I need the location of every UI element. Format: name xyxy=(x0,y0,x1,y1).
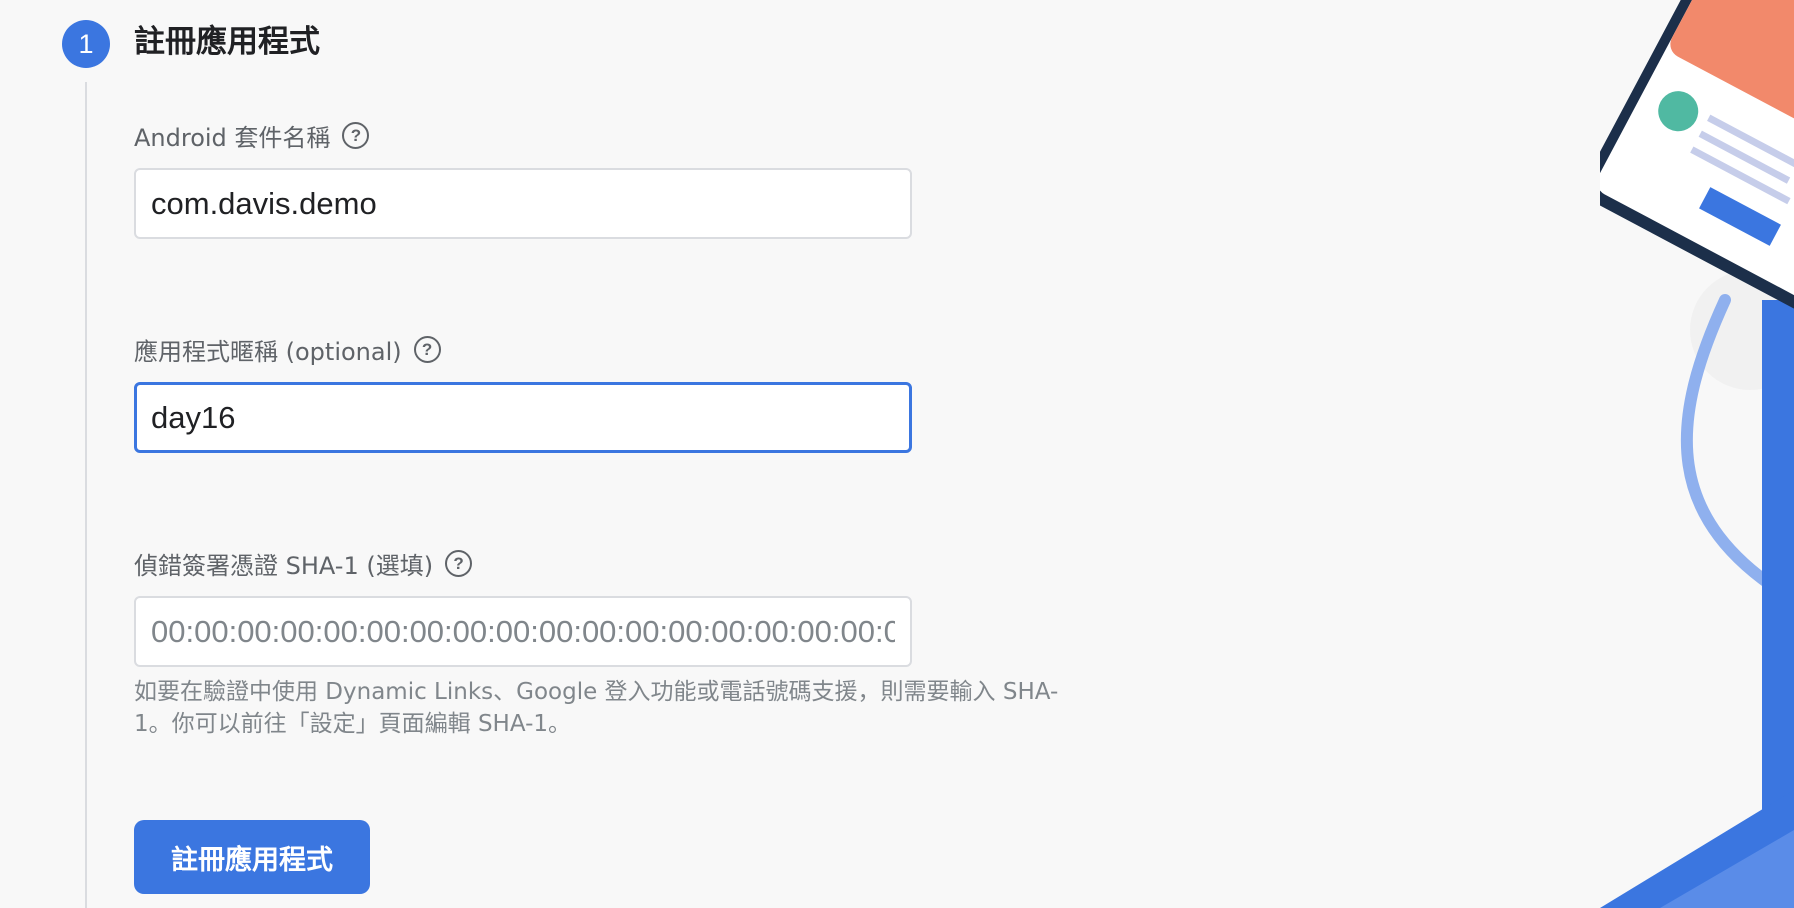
sha1-hint-line-1: 如要在驗證中使用 Dynamic Links、Google 登入功能或電話號碼支… xyxy=(134,679,1059,705)
register-app-page: 1 註冊應用程式 Android 套件名稱 ? 應用程式暱稱 (optional… xyxy=(0,0,1794,908)
nickname-label-text: 應用程式暱稱 (optional) xyxy=(134,337,402,366)
sha1-label-text: 偵錯簽署憑證 SHA-1 (選填) xyxy=(134,551,434,580)
nickname-label: 應用程式暱稱 (optional) ? xyxy=(134,332,441,366)
package-name-input[interactable] xyxy=(134,168,912,239)
sha1-hint-line-2: 1。你可以前往「設定」頁面編輯 SHA-1。 xyxy=(134,711,571,737)
sha1-input[interactable] xyxy=(134,596,912,667)
step-number-badge: 1 xyxy=(62,20,110,68)
sha1-hint-text: 如要在驗證中使用 Dynamic Links、Google 登入功能或電話號碼支… xyxy=(134,676,1074,740)
phone-device xyxy=(1600,0,1794,327)
package-name-label: Android 套件名稱 ? xyxy=(134,118,370,152)
step-connector-line xyxy=(85,82,87,908)
help-icon[interactable]: ? xyxy=(413,335,441,363)
step-title: 註冊應用程式 xyxy=(134,24,320,60)
help-icon[interactable]: ? xyxy=(342,121,370,149)
help-icon[interactable]: ? xyxy=(445,549,473,577)
phone-illustration xyxy=(1600,0,1794,908)
sha1-label: 偵錯簽署憑證 SHA-1 (選填) ? xyxy=(134,546,473,580)
register-app-button[interactable]: 註冊應用程式 xyxy=(134,820,370,894)
nickname-input[interactable] xyxy=(134,382,912,453)
package-name-label-text: Android 套件名稱 xyxy=(134,123,331,152)
